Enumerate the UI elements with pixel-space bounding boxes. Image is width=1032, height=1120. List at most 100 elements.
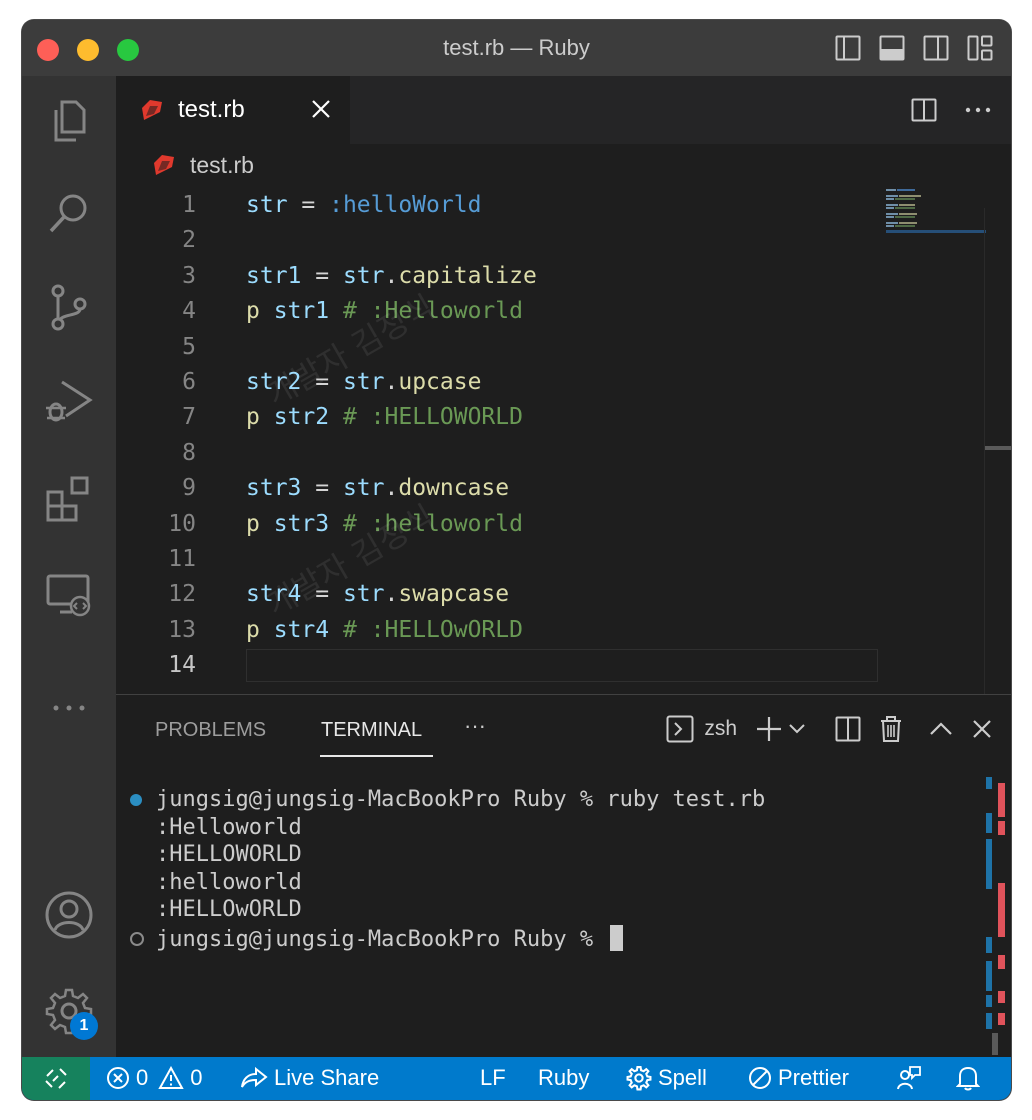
code-line[interactable]: 3 str1 = str.capitalize [116, 260, 896, 295]
code-line[interactable]: 7p str2 # :HELLOWORLD [116, 401, 896, 436]
title-bar: test.rb — Ruby [22, 20, 1011, 76]
line-number: 7 [182, 404, 196, 431]
close-tab-icon[interactable] [310, 98, 332, 120]
toggle-primary-sidebar-icon[interactable] [835, 35, 861, 61]
prettier-disabled-icon [749, 1067, 771, 1089]
customize-layout-icon[interactable] [967, 35, 993, 61]
source-control-icon[interactable] [44, 282, 94, 332]
command-decoration[interactable] [130, 794, 142, 806]
current-line-highlight [246, 649, 878, 683]
live-share-button[interactable]: Live Share [240, 1065, 379, 1091]
code-token: str [246, 192, 288, 218]
ruby-file-icon [154, 155, 174, 175]
code-token: upcase [398, 369, 482, 395]
remote-explorer-icon[interactable] [44, 570, 94, 620]
terminal-shell-name[interactable]: zsh [704, 717, 737, 741]
line-number: 8 [182, 439, 196, 466]
spell-button[interactable]: Spell [626, 1065, 707, 1091]
code-line[interactable]: 14 [116, 649, 896, 684]
more-actions-icon[interactable] [965, 106, 991, 114]
code-line[interactable]: 1 str = :helloWorld [116, 189, 896, 224]
search-icon[interactable] [44, 188, 94, 238]
code-line[interactable]: 8 [116, 437, 896, 472]
trash-icon[interactable] [879, 715, 903, 743]
code-line[interactable]: 11 [116, 543, 896, 578]
terminal-cursor [610, 924, 624, 951]
terminal-line: jungsig@jungsig-MacBookPro Ruby % [156, 924, 624, 952]
maximize-panel-icon[interactable] [929, 722, 953, 736]
feedback-icon [897, 1066, 921, 1090]
split-editor-icon[interactable] [911, 98, 937, 122]
prettier-button[interactable]: Prettier [748, 1065, 849, 1091]
code-token: # :HELLOWORLD [329, 404, 523, 431]
code-token: str [342, 475, 385, 502]
tab-test-rb[interactable]: test.rb [116, 76, 350, 144]
remote-icon [45, 1068, 67, 1089]
code-token: str3 [273, 510, 330, 537]
terminal-line: :HELLOwORLD [156, 897, 302, 922]
minimap[interactable] [886, 188, 986, 248]
code-line[interactable]: 6 str2 = str.upcase [116, 366, 896, 401]
code-token: str1 [273, 298, 330, 325]
accounts-icon[interactable] [44, 890, 94, 940]
code-token: . [384, 262, 399, 289]
panel-more-button[interactable]: ··· [464, 713, 486, 739]
tab-terminal[interactable]: TERMINAL [321, 719, 422, 742]
code-line[interactable]: 13 p str4 # :HELLOwORLD [116, 614, 896, 649]
layout-controls [835, 35, 993, 61]
line-number: 4 [182, 298, 196, 325]
code-editor[interactable]: 1 str = :helloWorld 2 3 str1 = str.capitaliz… [116, 186, 1011, 694]
code-token: p [246, 298, 260, 325]
code-line[interactable]: 10 p str3 # :helloworld [116, 508, 896, 543]
code-token: p [246, 404, 260, 431]
code-line[interactable]: 9 str3 = str.downcase [116, 472, 896, 507]
code-line[interactable]: 4p str1 # :Helloworld [116, 295, 896, 330]
remote-indicator-button[interactable] [22, 1057, 90, 1100]
line-number: 13 [168, 616, 196, 643]
new-terminal-icon[interactable] [755, 715, 783, 743]
language-label: Ruby [538, 1065, 590, 1090]
terminal-scrollbar[interactable] [986, 777, 1011, 1058]
terminal-line-text: :helloworld [156, 869, 302, 895]
editor-tab-bar: test.rb [116, 76, 1011, 144]
run-debug-icon[interactable] [44, 376, 94, 426]
close-panel-icon[interactable] [971, 718, 993, 740]
vscode-window: test.rb — Ruby 1 test.rb test.rb 1 str =… [22, 20, 1011, 1100]
terminal-line: jungsig@jungsig-MacBookPro Ruby % ruby t… [156, 787, 765, 812]
line-number: 10 [168, 510, 196, 537]
terminal-line: :Helloworld [156, 815, 302, 840]
language-mode-button[interactable]: Ruby [538, 1065, 589, 1091]
spell-label: Spell [658, 1065, 707, 1090]
bell-icon [956, 1066, 980, 1091]
code-line[interactable]: 12 str4 = str.swapcase [116, 578, 896, 613]
code-token: . [384, 475, 399, 502]
command-decoration[interactable] [130, 931, 144, 946]
toggle-secondary-sidebar-icon[interactable] [923, 35, 949, 61]
terminal-shell-icon[interactable] [666, 715, 694, 743]
feedback-button[interactable] [896, 1065, 922, 1091]
editor-actions [911, 98, 991, 122]
notifications-button[interactable] [956, 1065, 980, 1091]
line-number: 9 [182, 475, 196, 502]
settings-badge: 1 [70, 1012, 98, 1040]
warning-icon [158, 1066, 184, 1089]
explorer-icon[interactable] [44, 96, 94, 146]
chevron-down-icon[interactable] [789, 724, 805, 734]
toggle-panel-icon[interactable] [879, 35, 905, 61]
breadcrumb-file[interactable]: test.rb [190, 152, 254, 179]
more-views-icon[interactable] [44, 668, 94, 718]
error-count: 0 [136, 1065, 149, 1090]
eol-button[interactable]: LF [480, 1065, 506, 1091]
terminal-line: :helloworld [156, 870, 302, 895]
code-line[interactable]: 2 [116, 224, 896, 259]
panel-actions: zsh [666, 715, 993, 743]
problems-status-button[interactable]: 0 0 [106, 1065, 203, 1091]
tab-problems[interactable]: PROBLEMS [155, 719, 266, 742]
editor-scrollbar[interactable] [984, 208, 1011, 694]
breadcrumb[interactable]: test.rb [116, 144, 1011, 186]
code-line[interactable]: 5 [116, 331, 896, 366]
extensions-icon[interactable] [44, 474, 94, 524]
split-terminal-icon[interactable] [835, 716, 861, 742]
